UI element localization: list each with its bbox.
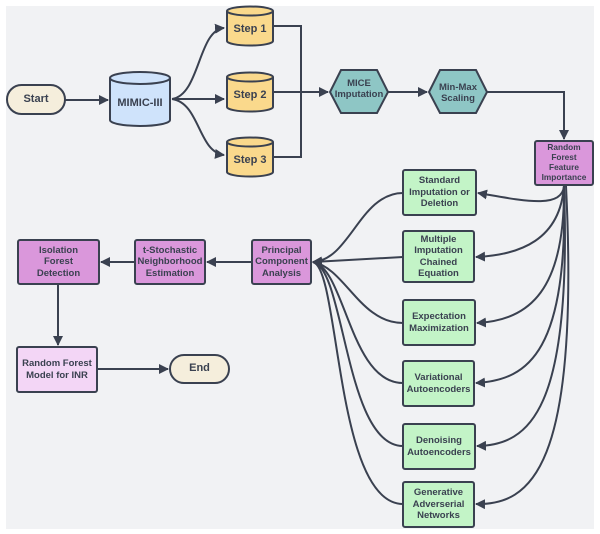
edge-mimic-step1: [171, 23, 225, 100]
edge-vae-pca: [312, 258, 404, 384]
edge-step3-mice: [273, 92, 302, 158]
iforest-node[interactable]: Isolation Forest Detection: [18, 240, 99, 284]
edge-mimic-step3: [171, 98, 225, 159]
minmax-node[interactable]: Min-Max Scaling: [429, 74, 487, 112]
standard-node[interactable]: Standard Imputation or Deletion: [403, 170, 476, 215]
edge-rffi-vae: [475, 185, 566, 388]
multiple-node[interactable]: Multiple Imputation Chained Equation: [403, 231, 474, 282]
edge-rffi-standard: [477, 185, 565, 203]
mimic-node[interactable]: MIMIC-III: [110, 84, 170, 124]
edge-step1-mice: [273, 25, 302, 92]
edge-rffi-em: [476, 185, 566, 328]
rffi-node[interactable]: Random Forest Feature Importance: [535, 141, 593, 185]
step2-node[interactable]: Step 2: [227, 82, 273, 110]
dae-node[interactable]: Denoising Autoencoders: [403, 424, 475, 469]
start-node[interactable]: Start: [7, 85, 65, 114]
end-node[interactable]: End: [170, 355, 229, 383]
edge-minmax-rffi: [487, 91, 569, 140]
vae-node[interactable]: Variational Autoencoders: [403, 361, 474, 406]
step3-node[interactable]: Step 3: [227, 147, 273, 175]
em-node[interactable]: Expectation Maximization: [403, 300, 475, 345]
rfmodel-node[interactable]: Random Forest Model for INR: [17, 347, 97, 392]
gan-node[interactable]: Generative Adverserial Networks: [403, 482, 474, 527]
mice-node[interactable]: MICE Imputation: [330, 70, 388, 108]
edge-standard-pca: [312, 192, 404, 267]
edge-rffi-gan: [475, 185, 570, 510]
edge-rffi-multiple: [475, 185, 565, 262]
tsne-node[interactable]: t-Stochastic Neighborhood Estimation: [135, 240, 205, 284]
pca-node[interactable]: Principal Component Analysis: [252, 240, 311, 284]
step1-node[interactable]: Step 1: [227, 16, 273, 44]
